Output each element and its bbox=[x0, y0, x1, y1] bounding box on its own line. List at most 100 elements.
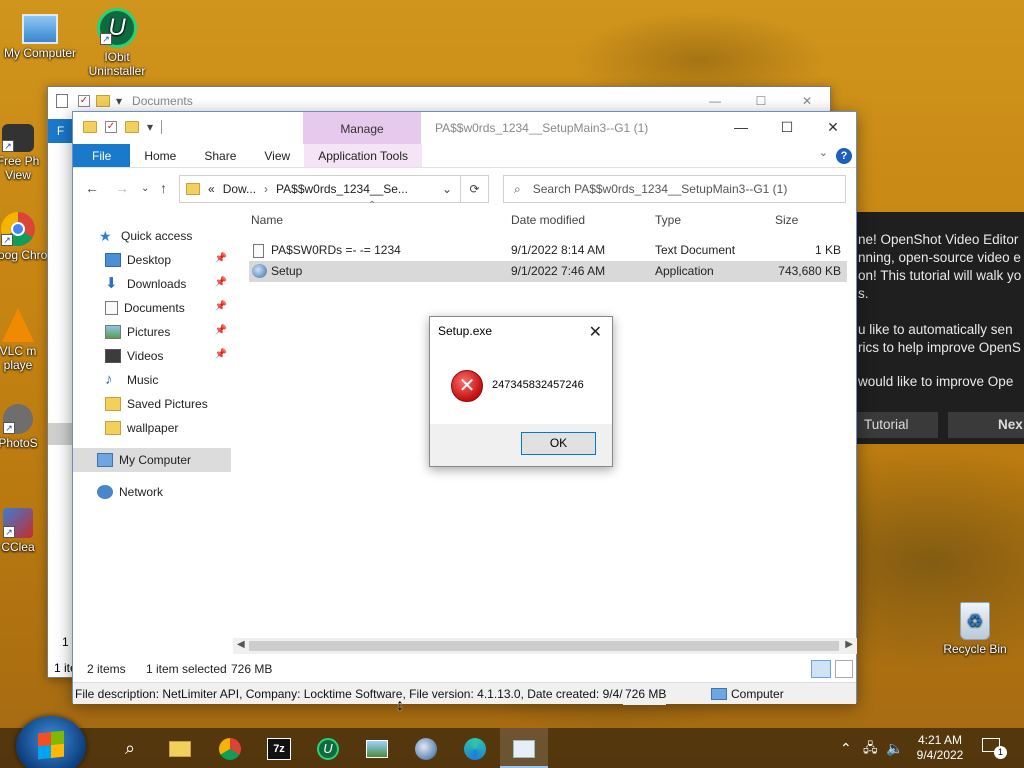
status-size: 726 MB bbox=[231, 662, 273, 676]
notifications-icon[interactable]: 1 bbox=[982, 738, 1007, 759]
pin-icon: 📌 bbox=[214, 325, 227, 336]
back-arrow-icon[interactable]: ← bbox=[85, 180, 99, 196]
column-header-size[interactable]: Size bbox=[775, 208, 798, 232]
breadcrumb-downloads[interactable]: Dow... bbox=[223, 182, 256, 196]
breadcrumb-separator-icon: › bbox=[264, 182, 269, 196]
address-bar[interactable]: « Dow... › PA$$w0rds_1234__Se... ⌄ bbox=[179, 175, 461, 203]
tutorial-button[interactable]: Tutorial bbox=[852, 412, 938, 438]
taskbar-file-explorer-icon[interactable] bbox=[156, 728, 204, 768]
nav-item-desktop[interactable]: Desktop 📌 bbox=[73, 248, 231, 272]
folder-icon bbox=[96, 95, 110, 107]
nav-item-documents[interactable]: Documents 📌 bbox=[73, 296, 231, 320]
taskbar-edge-icon[interactable] bbox=[451, 728, 499, 768]
nav-item-pictures[interactable]: Pictures 📌 bbox=[73, 320, 231, 344]
desktop-icon-free-photo-viewer[interactable]: ↗ Free Ph View bbox=[0, 118, 48, 182]
tab-view[interactable]: View bbox=[250, 144, 304, 167]
desktop-icon-vlc[interactable]: VLC m playe bbox=[0, 308, 48, 372]
taskbar-chrome-icon[interactable] bbox=[206, 728, 254, 768]
address-dropdown-icon[interactable]: ⌄ bbox=[442, 182, 452, 196]
nav-label: Pictures bbox=[127, 325, 171, 339]
tab-application-tools[interactable]: Application Tools bbox=[304, 144, 423, 167]
ccleaner-icon: ↗ bbox=[3, 508, 33, 538]
nav-item-videos[interactable]: Videos 📌 bbox=[73, 344, 231, 368]
clock[interactable]: 4:21 AM 9/4/2022 bbox=[910, 728, 970, 768]
back-ribbon-file-tab[interactable]: F bbox=[48, 119, 73, 143]
minimize-button[interactable]: — bbox=[718, 112, 764, 142]
openshot-text-line: ne! OpenShot Video Editor bbox=[858, 232, 1019, 247]
desktop-icon-label: PhotoS bbox=[0, 436, 38, 450]
taskbar-photos-icon[interactable] bbox=[353, 728, 401, 768]
tab-file[interactable]: File bbox=[73, 144, 131, 167]
breadcrumb-current[interactable]: PA$$w0rds_1234__Se... bbox=[276, 182, 408, 196]
vlc-cone-icon bbox=[2, 308, 34, 342]
folder-icon[interactable] bbox=[83, 121, 97, 133]
close-icon[interactable]: ✕ bbox=[589, 322, 602, 342]
nav-item-saved-pictures[interactable]: Saved Pictures bbox=[73, 392, 231, 416]
desktop-icon-photoscape[interactable]: ↗ PhotoS bbox=[0, 404, 48, 450]
help-icon[interactable]: ? bbox=[836, 148, 852, 164]
details-view-icon[interactable] bbox=[811, 660, 831, 678]
network-tray-icon[interactable]: 🖧 bbox=[863, 728, 878, 768]
taskbar-app-icon[interactable] bbox=[402, 728, 450, 768]
openshot-text-line: on! This tutorial will walk yo bbox=[858, 268, 1022, 283]
tab-share[interactable]: Share bbox=[190, 144, 250, 167]
nav-item-wallpaper[interactable]: wallpaper bbox=[73, 416, 231, 440]
nav-quick-access[interactable]: ★ Quick access bbox=[73, 224, 231, 248]
nav-network[interactable]: Network bbox=[73, 480, 231, 504]
tab-home[interactable]: Home bbox=[130, 144, 190, 167]
nav-item-music[interactable]: ♪ Music bbox=[73, 368, 231, 392]
column-header-type[interactable]: Type bbox=[655, 208, 681, 232]
nav-label: Saved Pictures bbox=[127, 397, 208, 411]
desktop-icon-iobit-uninstaller[interactable]: U ↗ IObit Uninstaller bbox=[77, 8, 157, 78]
toolbar-divider bbox=[161, 120, 163, 134]
maximize-button[interactable]: ☐ bbox=[764, 112, 810, 142]
taskbar-iobit-icon[interactable]: U bbox=[304, 728, 352, 768]
column-header-date[interactable]: Date modified bbox=[511, 208, 585, 232]
setup-app-icon bbox=[252, 264, 267, 278]
recent-dropdown-icon[interactable]: ⌄ bbox=[141, 183, 149, 194]
file-row-selected[interactable]: Setup 9/1/2022 7:46 AM Application 743,6… bbox=[249, 261, 847, 282]
pin-icon: 📌 bbox=[214, 349, 227, 360]
refresh-button[interactable]: ⟳ bbox=[461, 175, 489, 203]
volume-icon[interactable]: 🔈 bbox=[886, 728, 903, 768]
error-icon: ✕ bbox=[451, 370, 483, 402]
taskbar-explorer-active-icon[interactable] bbox=[500, 728, 548, 768]
desktop-icon-recycle-bin[interactable]: ♻ Recycle Bin bbox=[935, 602, 1015, 656]
ok-button[interactable]: OK bbox=[521, 432, 596, 455]
setup-error-dialog[interactable]: Setup.exe ✕ ✕ 247345832457246 OK bbox=[429, 316, 613, 467]
horizontal-scrollbar[interactable]: ◀ ▶ bbox=[233, 638, 857, 654]
manage-tab[interactable]: Manage bbox=[303, 112, 421, 144]
new-folder-icon[interactable] bbox=[125, 121, 139, 133]
taskbar-7zip-icon[interactable]: 7z bbox=[255, 728, 303, 768]
scroll-left-icon[interactable]: ◀ bbox=[237, 639, 245, 650]
nav-item-downloads[interactable]: ⬇ Downloads 📌 bbox=[73, 272, 231, 296]
customize-dropdown-icon[interactable]: ▾ bbox=[147, 120, 153, 134]
quick-access-toolbar: ✓ ▾ bbox=[83, 120, 163, 134]
folder-icon bbox=[105, 421, 121, 435]
taskbar-search-icon[interactable]: ⌕ bbox=[106, 728, 154, 768]
column-header-name[interactable]: Name bbox=[251, 208, 283, 232]
expand-ribbon-icon[interactable]: ⌄ bbox=[819, 146, 828, 159]
forward-arrow-icon[interactable]: → bbox=[115, 180, 129, 196]
up-arrow-icon[interactable]: ↑ bbox=[160, 180, 167, 196]
music-note-icon: ♪ bbox=[105, 371, 113, 388]
scroll-right-icon[interactable]: ▶ bbox=[845, 639, 853, 650]
desktop-icon-my-computer[interactable]: My Computer bbox=[0, 10, 80, 60]
close-button[interactable]: ✕ bbox=[810, 112, 856, 142]
shortcut-arrow-icon: ↗ bbox=[3, 526, 15, 538]
desktop-icon-google-chrome[interactable]: ↗ Goog Chro bbox=[0, 212, 48, 262]
desktop-icon-ccleaner[interactable]: ↗ CClea bbox=[0, 508, 48, 554]
breadcrumb-overflow[interactable]: « bbox=[208, 182, 215, 196]
start-button[interactable] bbox=[16, 716, 86, 768]
nav-my-computer[interactable]: My Computer bbox=[73, 448, 231, 472]
search-input[interactable]: ⌕ Search PA$$w0rds_1234__SetupMain3--G1 … bbox=[503, 175, 846, 203]
next-button[interactable]: Nex bbox=[948, 412, 1024, 438]
large-icons-view-icon[interactable] bbox=[835, 660, 853, 678]
scrollbar-thumb[interactable] bbox=[249, 641, 839, 651]
search-icon: ⌕ bbox=[514, 181, 521, 196]
pictures-icon bbox=[105, 325, 121, 339]
properties-check-icon[interactable]: ✓ bbox=[105, 121, 117, 133]
file-row[interactable]: PA$SW0RDs =- -= 1234 9/1/2022 8:14 AM Te… bbox=[249, 240, 847, 261]
shortcut-arrow-icon: ↗ bbox=[1, 234, 13, 246]
tray-overflow-icon[interactable]: ⌃ bbox=[840, 728, 852, 768]
